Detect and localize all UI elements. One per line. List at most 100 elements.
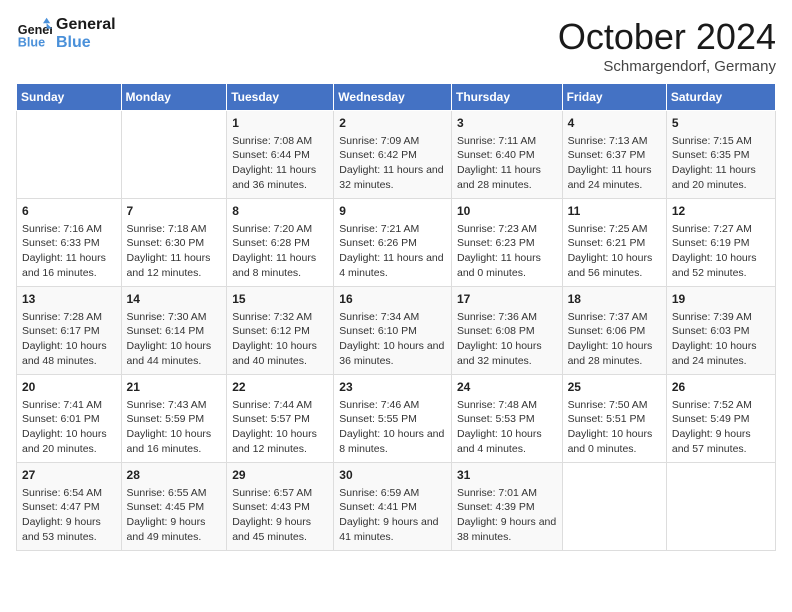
calendar-week-3: 13Sunrise: 7:28 AM Sunset: 6:17 PM Dayli… [17,287,776,375]
day-content: Sunrise: 7:32 AM Sunset: 6:12 PM Dayligh… [232,310,328,369]
calendar-cell: 18Sunrise: 7:37 AM Sunset: 6:06 PM Dayli… [562,287,666,375]
header-monday: Monday [121,84,227,111]
logo-blue: Blue [56,34,116,52]
day-content: Sunrise: 6:57 AM Sunset: 4:43 PM Dayligh… [232,486,328,545]
calendar-cell: 26Sunrise: 7:52 AM Sunset: 5:49 PM Dayli… [666,375,775,463]
day-number: 15 [232,291,328,308]
calendar-cell: 1 Sunrise: 7:08 AM Sunset: 6:44 PM Daylig… [227,111,334,199]
calendar-cell: 14 Sunrise: 7:30 AM Sunset: 6:14 PM Dayli… [121,287,227,375]
day-content: Sunrise: 7:25 AM Sunset: 6:21 PM Dayligh… [568,222,661,281]
day-content: Sunrise: 7:30 AM Sunset: 6:14 PM Dayligh… [127,310,222,369]
calendar-cell: 20 Sunrise: 7:41 AM Sunset: 6:01 PM Dayli… [17,375,122,463]
day-number: 30 [339,467,446,484]
logo: General Blue General Blue [16,16,116,52]
calendar-cell: 11 Sunrise: 7:25 AM Sunset: 6:21 PM Dayli… [562,199,666,287]
day-content: Sunrise: 7:08 AM Sunset: 6:44 PM Dayligh… [232,134,328,193]
calendar-cell: 3 Sunrise: 7:11 AM Sunset: 6:40 PM Daylig… [451,111,562,199]
day-number: 27 [22,467,116,484]
day-content: Sunrise: 7:20 AM Sunset: 6:28 PM Dayligh… [232,222,328,281]
calendar-cell: 22Sunrise: 7:44 AM Sunset: 5:57 PM Dayli… [227,375,334,463]
day-content: Sunrise: 7:44 AM Sunset: 5:57 PM Dayligh… [232,398,328,457]
calendar-header-row: SundayMondayTuesdayWednesdayThursdayFrid… [17,84,776,111]
day-number: 20 [22,379,116,396]
day-number: 3 [457,115,557,132]
day-content: Sunrise: 7:46 AM Sunset: 5:55 PM Dayligh… [339,398,446,457]
day-number: 12 [672,203,770,220]
calendar-cell: 16 Sunrise: 7:34 AM Sunset: 6:10 PM Dayli… [334,287,452,375]
day-content: Sunrise: 7:52 AM Sunset: 5:49 PM Dayligh… [672,398,770,457]
calendar-cell: 19Sunrise: 7:39 AM Sunset: 6:03 PM Dayli… [666,287,775,375]
day-number: 1 [232,115,328,132]
day-content: Sunrise: 7:43 AM Sunset: 5:59 PM Dayligh… [127,398,222,457]
day-content: Sunrise: 7:21 AM Sunset: 6:26 PM Dayligh… [339,222,446,281]
day-content: Sunrise: 7:28 AM Sunset: 6:17 PM Dayligh… [22,310,116,369]
day-number: 10 [457,203,557,220]
day-number: 28 [127,467,222,484]
day-number: 24 [457,379,557,396]
calendar-cell [666,463,775,551]
header-wednesday: Wednesday [334,84,452,111]
day-content: Sunrise: 7:36 AM Sunset: 6:08 PM Dayligh… [457,310,557,369]
day-number: 8 [232,203,328,220]
calendar-cell: 10Sunrise: 7:23 AM Sunset: 6:23 PM Dayli… [451,199,562,287]
calendar-cell: 24Sunrise: 7:48 AM Sunset: 5:53 PM Dayli… [451,375,562,463]
calendar-cell: 13Sunrise: 7:28 AM Sunset: 6:17 PM Dayli… [17,287,122,375]
day-content: Sunrise: 6:55 AM Sunset: 4:45 PM Dayligh… [127,486,222,545]
calendar-cell [562,463,666,551]
calendar-cell: 27Sunrise: 6:54 AM Sunset: 4:47 PM Dayli… [17,463,122,551]
day-number: 16 [339,291,446,308]
calendar-week-2: 6 Sunrise: 7:16 AM Sunset: 6:33 PM Daylig… [17,199,776,287]
logo-general: General [56,16,116,34]
calendar-week-1: 1 Sunrise: 7:08 AM Sunset: 6:44 PM Daylig… [17,111,776,199]
calendar-cell: 31 Sunrise: 7:01 AM Sunset: 4:39 PM Dayli… [451,463,562,551]
month-title: October 2024 [558,16,776,58]
day-content: Sunrise: 7:01 AM Sunset: 4:39 PM Dayligh… [457,486,557,545]
header-sunday: Sunday [17,84,122,111]
day-number: 29 [232,467,328,484]
day-content: Sunrise: 7:27 AM Sunset: 6:19 PM Dayligh… [672,222,770,281]
page-header: General Blue General Blue October 2024 S… [16,16,776,75]
day-content: Sunrise: 7:16 AM Sunset: 6:33 PM Dayligh… [22,222,116,281]
calendar-cell: 2 Sunrise: 7:09 AM Sunset: 6:42 PM Daylig… [334,111,452,199]
day-number: 5 [672,115,770,132]
day-number: 19 [672,291,770,308]
logo-icon: General Blue [16,16,52,52]
calendar-week-5: 27Sunrise: 6:54 AM Sunset: 4:47 PM Dayli… [17,463,776,551]
calendar-cell: 29 Sunrise: 6:57 AM Sunset: 4:43 PM Dayli… [227,463,334,551]
day-content: Sunrise: 7:13 AM Sunset: 6:37 PM Dayligh… [568,134,661,193]
calendar-cell: 9Sunrise: 7:21 AM Sunset: 6:26 PM Daylig… [334,199,452,287]
calendar-cell [121,111,227,199]
day-content: Sunrise: 7:41 AM Sunset: 6:01 PM Dayligh… [22,398,116,457]
svg-text:Blue: Blue [18,36,45,50]
day-number: 6 [22,203,116,220]
day-number: 25 [568,379,661,396]
day-number: 2 [339,115,446,132]
calendar-cell: 30Sunrise: 6:59 AM Sunset: 4:41 PM Dayli… [334,463,452,551]
calendar-cell: 25Sunrise: 7:50 AM Sunset: 5:51 PM Dayli… [562,375,666,463]
calendar-cell: 12 Sunrise: 7:27 AM Sunset: 6:19 PM Dayli… [666,199,775,287]
calendar-cell: 6 Sunrise: 7:16 AM Sunset: 6:33 PM Daylig… [17,199,122,287]
calendar-cell: 4 Sunrise: 7:13 AM Sunset: 6:37 PM Daylig… [562,111,666,199]
day-number: 23 [339,379,446,396]
day-number: 4 [568,115,661,132]
day-number: 17 [457,291,557,308]
header-friday: Friday [562,84,666,111]
day-number: 11 [568,203,661,220]
calendar-cell: 5Sunrise: 7:15 AM Sunset: 6:35 PM Daylig… [666,111,775,199]
calendar-table: SundayMondayTuesdayWednesdayThursdayFrid… [16,83,776,551]
header-tuesday: Tuesday [227,84,334,111]
calendar-cell: 7 Sunrise: 7:18 AM Sunset: 6:30 PM Daylig… [121,199,227,287]
calendar-cell: 28 Sunrise: 6:55 AM Sunset: 4:45 PM Dayli… [121,463,227,551]
day-content: Sunrise: 7:11 AM Sunset: 6:40 PM Dayligh… [457,134,557,193]
day-content: Sunrise: 7:09 AM Sunset: 6:42 PM Dayligh… [339,134,446,193]
location: Schmargendorf, Germany [558,58,776,75]
calendar-cell: 21 Sunrise: 7:43 AM Sunset: 5:59 PM Dayli… [121,375,227,463]
day-number: 7 [127,203,222,220]
day-number: 14 [127,291,222,308]
day-content: Sunrise: 7:18 AM Sunset: 6:30 PM Dayligh… [127,222,222,281]
day-number: 31 [457,467,557,484]
title-block: October 2024 Schmargendorf, Germany [558,16,776,75]
day-content: Sunrise: 7:34 AM Sunset: 6:10 PM Dayligh… [339,310,446,369]
calendar-cell [17,111,122,199]
day-number: 21 [127,379,222,396]
